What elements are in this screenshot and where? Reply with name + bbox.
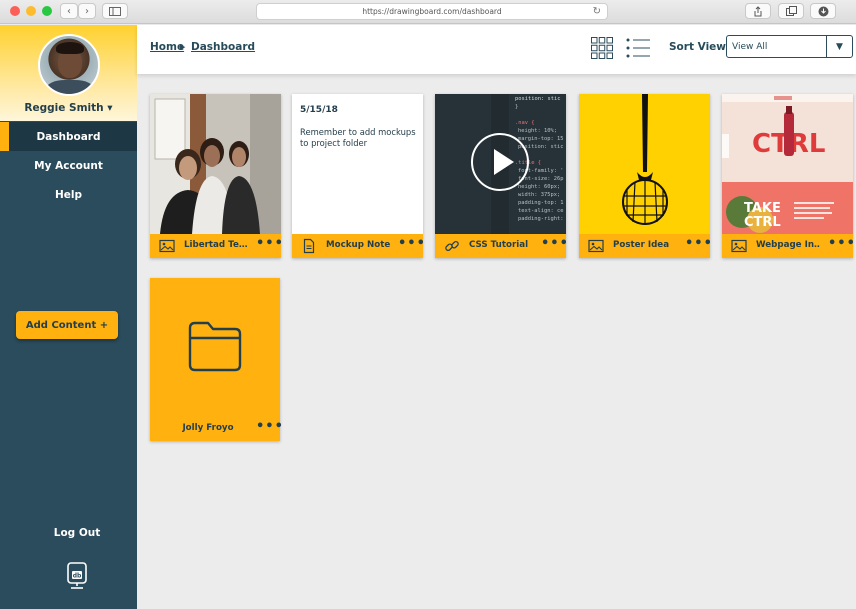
downloads-button[interactable] (810, 3, 836, 19)
breadcrumb-home[interactable]: Home (150, 41, 184, 53)
add-content-button[interactable]: Add Content + (16, 311, 118, 339)
tabs-icon (785, 6, 797, 16)
drawingboard-logo-icon: db (67, 562, 87, 589)
browser-toolbar: ‹ › https://drawingboard.com/dashboard ↻ (0, 0, 856, 24)
forward-button[interactable]: › (78, 3, 96, 19)
breadcrumb-separator-icon: ▶ (180, 43, 186, 51)
reload-icon[interactable]: ↻ (593, 6, 601, 17)
note-preview: 5/15/18 Remember to add mockups to proje… (292, 94, 423, 234)
more-options-icon[interactable]: ••• (685, 236, 710, 251)
image-icon (588, 239, 604, 253)
more-options-icon[interactable]: ••• (398, 236, 423, 251)
image-icon (731, 239, 747, 253)
sort-view-select[interactable]: View All ▼ (726, 35, 853, 58)
card-title: Webpage In… (756, 240, 820, 250)
log-out-link[interactable]: Log Out (0, 527, 154, 539)
card-footer: CSS Tutorial ••• (435, 234, 566, 258)
folder-icon (188, 321, 242, 372)
user-name-menu[interactable]: Reggie Smith ▾ (0, 102, 137, 114)
content-card-libertad[interactable]: Libertad Te… ••• (150, 94, 281, 258)
sidebar-icon (109, 6, 121, 16)
more-options-icon[interactable]: ••• (256, 236, 281, 251)
list-view-icon[interactable] (626, 37, 650, 59)
content-card-poster-idea[interactable]: Poster Idea ••• (579, 94, 710, 258)
sidebar: Reggie Smith ▾ Dashboard My Account Help… (0, 25, 137, 609)
sort-view-label: Sort View: (669, 41, 731, 53)
address-bar[interactable]: https://drawingboard.com/dashboard ↻ (256, 3, 608, 20)
maximize-window-button[interactable] (42, 6, 52, 16)
sidebar-toggle-button[interactable] (102, 3, 128, 19)
logo-text: db (73, 573, 82, 580)
sidebar-item-help[interactable]: Help (0, 180, 137, 209)
video-thumbnail: position: stic } .nav { height: 10%; mar… (435, 94, 566, 234)
profile-panel: Reggie Smith ▾ (0, 25, 137, 121)
card-footer: Libertad Te… ••• (150, 234, 281, 258)
folder-card-jolly-froyo[interactable]: Jolly Froyo ••• (150, 278, 283, 441)
share-icon (754, 5, 762, 16)
sort-view-value: View All (732, 42, 768, 52)
card-title: CSS Tutorial (469, 240, 529, 250)
image-icon (159, 239, 175, 253)
more-options-icon[interactable]: ••• (256, 419, 284, 434)
link-icon (445, 240, 459, 252)
back-button[interactable]: ‹ (60, 3, 78, 19)
note-date: 5/15/18 (300, 105, 338, 115)
tabs-button[interactable] (778, 3, 804, 19)
avatar[interactable] (38, 34, 100, 96)
more-options-icon[interactable]: ••• (541, 236, 566, 251)
svg-text:TAKE: TAKE (744, 201, 781, 216)
card-title: Poster Idea (613, 240, 670, 250)
grid-view-icon[interactable] (591, 37, 613, 59)
libertad-thumbnail (150, 94, 281, 234)
caret-down-icon[interactable]: ▼ (826, 36, 852, 57)
content-card-webpage-inspiration[interactable]: CTRL TAKE CTRL Webpage In… ••• (722, 94, 853, 258)
document-icon (303, 238, 315, 254)
close-window-button[interactable] (10, 6, 20, 16)
breadcrumb-dashboard[interactable]: Dashboard (191, 41, 255, 53)
card-footer: Webpage In… ••• (722, 234, 853, 258)
url-text: https://drawingboard.com/dashboard (362, 7, 502, 16)
sidebar-item-my-account[interactable]: My Account (0, 151, 137, 180)
poster-thumbnail (579, 94, 710, 234)
minimize-window-button[interactable] (26, 6, 36, 16)
content-card-mockup-note[interactable]: 5/15/18 Remember to add mockups to proje… (292, 94, 423, 258)
card-title: Mockup Note (326, 240, 390, 250)
play-icon[interactable] (471, 133, 529, 191)
webpage-thumbnail: CTRL TAKE CTRL (722, 94, 853, 234)
note-body: Remember to add mockups to project folde… (300, 127, 416, 148)
card-title: Libertad Te… (184, 240, 248, 250)
share-button[interactable] (745, 3, 771, 19)
content-card-css-tutorial[interactable]: position: stic } .nav { height: 10%; mar… (435, 94, 566, 258)
top-bar: Home ▶ Dashboard Sort View: View All ▼ (137, 25, 856, 74)
card-footer: Mockup Note ••• (292, 234, 423, 258)
more-options-icon[interactable]: ••• (828, 236, 853, 251)
download-icon (818, 6, 828, 16)
svg-text:CTRL: CTRL (744, 215, 781, 230)
card-footer: Poster Idea ••• (579, 234, 710, 258)
sidebar-item-dashboard[interactable]: Dashboard (0, 122, 137, 151)
folder-title: Jolly Froyo (182, 423, 234, 433)
